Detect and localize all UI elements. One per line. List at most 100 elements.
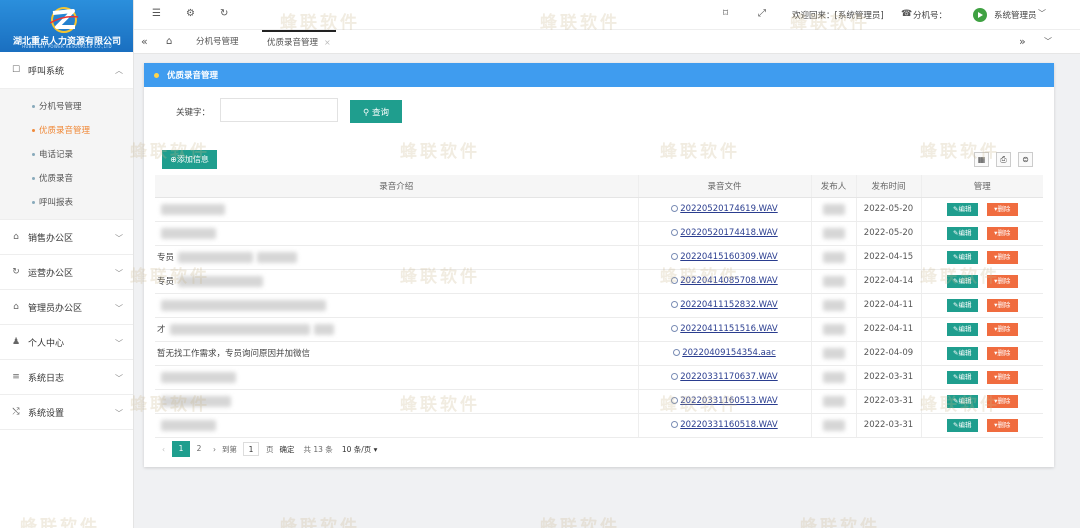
logo-mark-icon bbox=[49, 7, 79, 33]
chevron-down-icon[interactable]: ﹀ bbox=[1038, 8, 1046, 19]
delete-button[interactable]: ▾删除 bbox=[986, 298, 1018, 312]
recording-file-link[interactable]: 20220331160513.WAV bbox=[680, 396, 777, 406]
menu-group-system-log[interactable]: ≡ 系统日志 ﹀ bbox=[0, 360, 133, 395]
chevron-down-icon[interactable]: ﹀ bbox=[1044, 30, 1052, 54]
table-row: 20220411152832.WAV 2022-04-11 ✎编辑 ▾删除 bbox=[155, 293, 1043, 318]
fullscreen-icon[interactable]: ⤢ bbox=[758, 8, 766, 19]
columns-icon[interactable]: ▦ bbox=[974, 152, 989, 167]
play-icon[interactable] bbox=[671, 229, 679, 236]
menu-group-admin-office[interactable]: ⌂ 管理员办公区 ﹀ bbox=[0, 290, 133, 325]
edit-button[interactable]: ✎编辑 bbox=[946, 346, 978, 360]
delete-button[interactable]: ▾删除 bbox=[986, 322, 1018, 336]
avatar[interactable] bbox=[973, 8, 987, 22]
recording-file-link[interactable]: 20220414085708.WAV bbox=[680, 276, 777, 286]
query-button[interactable]: ⚲ 查询 bbox=[350, 100, 402, 123]
play-icon[interactable] bbox=[671, 277, 679, 284]
delete-button[interactable]: ▾删除 bbox=[986, 250, 1018, 264]
recording-file-link[interactable]: 20220331170637.WAV bbox=[680, 372, 777, 382]
menu-group-system-settings[interactable]: ⤭ 系统设置 ﹀ bbox=[0, 395, 133, 430]
play-icon[interactable] bbox=[671, 253, 679, 260]
sidebar-item-call-reports[interactable]: 呼叫报表 bbox=[0, 190, 133, 214]
delete-button[interactable]: ▾删除 bbox=[986, 370, 1018, 384]
sidebar-item-call-records[interactable]: 电话记录 bbox=[0, 142, 133, 166]
export-icon[interactable]: ⊜ bbox=[1018, 152, 1033, 167]
recording-file-link[interactable]: 20220520174619.WAV bbox=[680, 204, 777, 214]
edit-button[interactable]: ✎编辑 bbox=[946, 226, 978, 240]
cell-file: 20220331170637.WAV bbox=[637, 365, 811, 390]
play-icon[interactable] bbox=[671, 421, 679, 428]
edit-button[interactable]: ✎编辑 bbox=[946, 250, 978, 264]
welcome-text: 欢迎回来：[系统管理员] bbox=[792, 11, 884, 21]
sidebar-item-quality-recording-management[interactable]: 优质录音管理 bbox=[0, 118, 133, 142]
tab-label: 优质录音管理 bbox=[267, 38, 319, 48]
phone-icon: ☐ bbox=[11, 65, 21, 75]
recording-file-link[interactable]: 20220520174418.WAV bbox=[680, 228, 777, 238]
edit-button[interactable]: ✎编辑 bbox=[946, 202, 978, 216]
sidebar-item-extension-management[interactable]: 分机号管理 bbox=[0, 94, 133, 118]
edit-label: 编辑 bbox=[958, 276, 972, 285]
play-icon[interactable] bbox=[671, 373, 679, 380]
menu-group-personal-center[interactable]: ♟ 个人中心 ﹀ bbox=[0, 325, 133, 360]
delete-label: 删除 bbox=[997, 348, 1011, 357]
goto-confirm-button[interactable]: 确定 bbox=[280, 444, 295, 455]
menu-group-operations-office[interactable]: ↻ 运营办公区 ﹀ bbox=[0, 255, 133, 290]
edit-button[interactable]: ✎编辑 bbox=[946, 322, 978, 336]
add-info-button[interactable]: ⊕添加信息 bbox=[162, 150, 217, 169]
recording-file-link[interactable]: 20220411152832.WAV bbox=[680, 300, 777, 310]
delete-button[interactable]: ▾删除 bbox=[986, 418, 1018, 432]
recording-file-link[interactable]: 20220331160518.WAV bbox=[680, 420, 777, 430]
home-icon[interactable]: ⌂ bbox=[166, 30, 172, 54]
page-button-2[interactable]: 2 bbox=[190, 441, 208, 457]
edit-button[interactable]: ✎编辑 bbox=[946, 274, 978, 288]
cell-publisher bbox=[810, 341, 856, 366]
intro-text: 专员 bbox=[157, 277, 175, 287]
refresh-icon[interactable]: ↻ bbox=[220, 8, 228, 19]
top-header: ☰ ⚙ ↻ ⌑ ⤢ 欢迎回来：[系统管理员] ☎ 分机号： 系统管理员 ﹀ bbox=[134, 0, 1080, 29]
page-size-value: 10 条/页 bbox=[341, 444, 372, 454]
tab-extension-management[interactable]: 分机号管理 bbox=[196, 30, 239, 54]
user-name[interactable]: 系统管理员 bbox=[994, 9, 1037, 21]
close-icon[interactable]: × bbox=[324, 38, 331, 47]
tabs-scroll-left-icon[interactable]: « bbox=[141, 30, 148, 54]
keyword-search-input[interactable] bbox=[220, 98, 338, 122]
play-icon[interactable] bbox=[673, 349, 681, 356]
sidebar-item-quality-recordings[interactable]: 优质录音 bbox=[0, 166, 133, 190]
next-page-icon[interactable]: › bbox=[213, 445, 216, 454]
cell-publisher bbox=[810, 221, 856, 246]
edit-button[interactable]: ✎编辑 bbox=[946, 394, 978, 408]
delete-button[interactable]: ▾删除 bbox=[986, 394, 1018, 408]
page-button-1[interactable]: 1 bbox=[172, 441, 190, 457]
tab-quality-recording-management[interactable]: 优质录音管理 × bbox=[262, 30, 336, 54]
cell-actions: ✎编辑 ▾删除 bbox=[920, 389, 1043, 414]
cell-actions: ✎编辑 ▾删除 bbox=[920, 197, 1043, 222]
recording-file-link[interactable]: 20220409154354.aac bbox=[682, 348, 776, 358]
delete-button[interactable]: ▾删除 bbox=[986, 202, 1018, 216]
edit-button[interactable]: ✎编辑 bbox=[946, 298, 978, 312]
play-icon[interactable] bbox=[671, 325, 679, 332]
redacted-text bbox=[169, 324, 310, 335]
play-icon[interactable] bbox=[671, 397, 679, 404]
prev-page-icon[interactable]: ‹ bbox=[162, 445, 165, 454]
page-size-select[interactable]: 10 条/页 ▾ bbox=[342, 444, 378, 455]
menu-group-call-system[interactable]: ☐ 呼叫系统 ︿ bbox=[0, 52, 133, 89]
delete-label: 删除 bbox=[997, 228, 1011, 237]
menu-group-sales-office[interactable]: ⌂ 销售办公区 ﹀ bbox=[0, 220, 133, 255]
menu-toggle-icon[interactable]: ☰ bbox=[152, 8, 161, 19]
edit-button[interactable]: ✎编辑 bbox=[946, 418, 978, 432]
print-icon[interactable]: ⎙ bbox=[996, 152, 1011, 167]
bullet-icon bbox=[32, 128, 35, 132]
play-icon[interactable] bbox=[671, 205, 679, 212]
tag-icon[interactable]: ⌑ bbox=[723, 8, 728, 19]
delete-button[interactable]: ▾删除 bbox=[986, 274, 1018, 288]
column-header-intro: 录音介绍 bbox=[155, 175, 638, 198]
page-unit-label: 页 bbox=[266, 444, 274, 454]
delete-button[interactable]: ▾删除 bbox=[986, 346, 1018, 360]
edit-button[interactable]: ✎编辑 bbox=[946, 370, 978, 384]
delete-button[interactable]: ▾删除 bbox=[986, 226, 1018, 240]
recording-file-link[interactable]: 20220411151516.WAV bbox=[680, 324, 777, 334]
play-icon[interactable] bbox=[671, 301, 679, 308]
settings-gear-icon[interactable]: ⚙ bbox=[186, 8, 195, 19]
recording-file-link[interactable]: 20220415160309.WAV bbox=[680, 252, 777, 262]
goto-page-input[interactable]: 1 bbox=[243, 442, 259, 456]
tabs-scroll-right-icon[interactable]: » bbox=[1019, 30, 1026, 54]
